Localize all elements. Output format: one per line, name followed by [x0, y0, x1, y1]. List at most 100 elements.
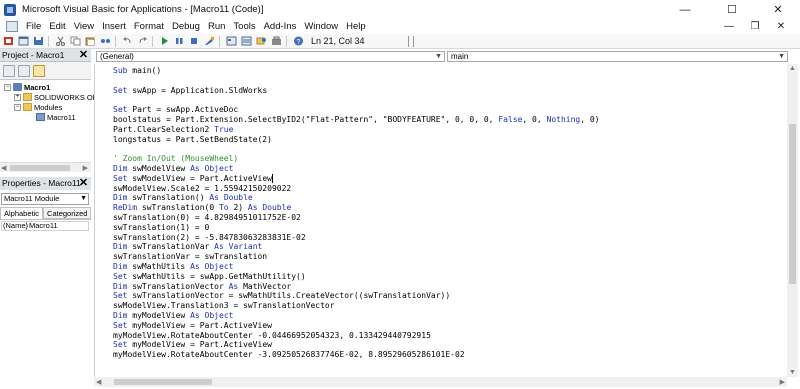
code-line[interactable]: swModelView.Translation3 = swTranslation…: [113, 301, 335, 311]
code-line[interactable]: ReDim swTranslation(0 To 2) As Double: [113, 203, 291, 213]
tree-item-macro11[interactable]: Macro11: [36, 112, 76, 122]
project-close-icon[interactable]: ✕: [77, 49, 90, 62]
code-line[interactable]: swTranslationVar = swTranslation: [113, 252, 267, 262]
code-line[interactable]: myModelView.RotateAboutCenter -0.0446695…: [113, 331, 431, 341]
tab-alphabetic[interactable]: Alphabetic: [0, 207, 44, 219]
scroll-right-icon[interactable]: ▶: [780, 378, 785, 386]
chevron-down-icon[interactable]: ▼: [435, 52, 442, 61]
scroll-left-icon[interactable]: ◀: [1, 164, 6, 172]
code-line[interactable]: Set swModelView = Part.ActiveView: [113, 173, 273, 184]
help-icon[interactable]: ?: [292, 35, 305, 47]
toggle-folders-icon[interactable]: [33, 64, 45, 77]
code-line[interactable]: swTranslation(1) = 0: [113, 223, 209, 233]
tree-item-macro1[interactable]: − Macro1: [4, 82, 50, 92]
menu-insert[interactable]: Insert: [98, 21, 130, 32]
code-line[interactable]: Set swTranslationVector = swMathUtils.Cr…: [113, 291, 450, 301]
menu-debug[interactable]: Debug: [168, 21, 204, 32]
insert-module-icon[interactable]: [17, 35, 30, 47]
break-icon[interactable]: [173, 35, 186, 47]
maximize-button[interactable]: ☐: [710, 0, 754, 19]
scroll-left-icon[interactable]: ◀: [96, 378, 101, 386]
properties-object-select[interactable]: Macro11 Module ▼: [1, 193, 89, 205]
code-line[interactable]: Dim myModelView As Object: [113, 311, 233, 321]
scroll-thumb[interactable]: [10, 165, 70, 171]
paste-icon[interactable]: [84, 35, 97, 47]
menu-view[interactable]: View: [70, 21, 98, 32]
view-object-icon[interactable]: [18, 64, 30, 77]
code-line[interactable]: Set swApp = Application.SldWorks: [113, 86, 267, 96]
code-editor[interactable]: Sub main() Set swApp = Application.SldWor…: [94, 64, 787, 377]
menu-edit[interactable]: Edit: [45, 21, 69, 32]
object-combo[interactable]: (General) ▼: [96, 51, 445, 62]
copy-icon[interactable]: [69, 35, 82, 47]
scroll-right-icon[interactable]: ▶: [83, 164, 88, 172]
scroll-thumb[interactable]: [114, 379, 212, 385]
code-line[interactable]: Sub main(): [113, 66, 161, 76]
code-horizontal-scrollbar[interactable]: ◀ ▶: [94, 377, 787, 387]
redo-icon[interactable]: [136, 35, 149, 47]
code-line[interactable]: Dim swMathUtils As Object: [113, 262, 233, 272]
code-line[interactable]: swTranslation(2) = -5.84783063283831E-02: [113, 233, 306, 243]
code-line[interactable]: Set myModelView = Part.ActiveView: [113, 321, 272, 331]
code-line[interactable]: Part.ClearSelection2 True: [113, 125, 233, 135]
toolbar-separator: [219, 35, 220, 47]
chevron-down-icon[interactable]: ▼: [80, 194, 87, 204]
view-host-app-icon[interactable]: [2, 35, 15, 47]
code-line[interactable]: swModelView.Scale2 = 1.55942150209022: [113, 184, 291, 194]
doc-close-button[interactable]: ✕: [768, 19, 794, 34]
expand-icon[interactable]: +: [14, 93, 21, 101]
menu-window[interactable]: Window: [300, 21, 342, 32]
tab-categorized[interactable]: Categorized: [43, 207, 92, 219]
run-icon[interactable]: [158, 35, 171, 47]
menu-format[interactable]: Format: [130, 21, 168, 32]
chevron-down-icon[interactable]: ▼: [778, 52, 785, 61]
properties-close-icon[interactable]: ✕: [77, 177, 90, 190]
code-line[interactable]: ' Zoom In/Out (MouseWheel): [113, 154, 238, 164]
code-line[interactable]: Dim swTranslation() As Double: [113, 193, 253, 203]
menu-help[interactable]: Help: [342, 21, 370, 32]
code-line[interactable]: myModelView.RotateAboutCenter -3.0925052…: [113, 350, 465, 360]
menu-run[interactable]: Run: [204, 21, 229, 32]
doc-minimize-button[interactable]: —: [716, 19, 742, 34]
code-line[interactable]: Dim swTranslationVector As MathVector: [113, 282, 291, 292]
save-icon[interactable]: [32, 35, 45, 47]
menu-file[interactable]: File: [22, 21, 45, 32]
menu-tools[interactable]: Tools: [229, 21, 259, 32]
properties-window-icon[interactable]: [240, 35, 253, 47]
cut-icon[interactable]: [54, 35, 67, 47]
doc-restore-button[interactable]: ❐: [742, 19, 768, 34]
collapse-icon[interactable]: −: [14, 103, 21, 111]
scroll-up-icon[interactable]: ▲: [789, 65, 796, 72]
property-value[interactable]: Macro11: [27, 222, 58, 230]
property-row-name[interactable]: (Name) Macro11: [1, 221, 89, 231]
code-line[interactable]: longstatus = Part.SetBendState(2): [113, 135, 272, 145]
code-line[interactable]: Set Part = swApp.ActiveDoc: [113, 105, 238, 115]
design-mode-icon[interactable]: [203, 35, 216, 47]
procedure-combo[interactable]: main ▼: [447, 51, 788, 62]
scroll-down-icon[interactable]: ▼: [789, 369, 796, 376]
code-line[interactable]: boolstatus = Part.Extension.SelectByID2(…: [113, 115, 599, 125]
scroll-thumb[interactable]: [789, 124, 796, 284]
project-horizontal-scrollbar[interactable]: ◀ ▶: [0, 162, 91, 172]
code-line[interactable]: Dim swModelView As Object: [113, 164, 233, 174]
menu-add-ins[interactable]: Add-Ins: [260, 21, 301, 32]
object-browser-icon[interactable]: [255, 35, 268, 47]
code-window-icon[interactable]: [6, 21, 18, 32]
reset-icon[interactable]: [188, 35, 201, 47]
undo-icon[interactable]: [121, 35, 134, 47]
code-line[interactable]: Set swMathUtils = swApp.GetMathUtility(): [113, 272, 306, 282]
minimize-button[interactable]: —: [663, 0, 707, 19]
tree-item-solidworks-objects[interactable]: + SOLIDWORKS Obj: [14, 92, 99, 102]
code-line[interactable]: swTranslation(0) = 4.82984951011752E-02: [113, 213, 301, 223]
find-icon[interactable]: [99, 35, 112, 47]
project-explorer-icon[interactable]: [225, 35, 238, 47]
tree-item-modules[interactable]: − Modules: [14, 102, 62, 112]
code-line[interactable]: Dim swTranslationVar As Variant: [113, 242, 262, 252]
code-line[interactable]: Set myModelView = Part.ActiveView: [113, 340, 272, 350]
toolbox-icon[interactable]: [270, 35, 283, 47]
collapse-icon[interactable]: −: [4, 83, 11, 91]
close-button[interactable]: ✕: [756, 0, 800, 19]
view-code-icon[interactable]: [3, 64, 15, 77]
toolbar-grip[interactable]: [408, 36, 414, 47]
code-vertical-scrollbar[interactable]: ▲ ▼: [787, 64, 798, 377]
